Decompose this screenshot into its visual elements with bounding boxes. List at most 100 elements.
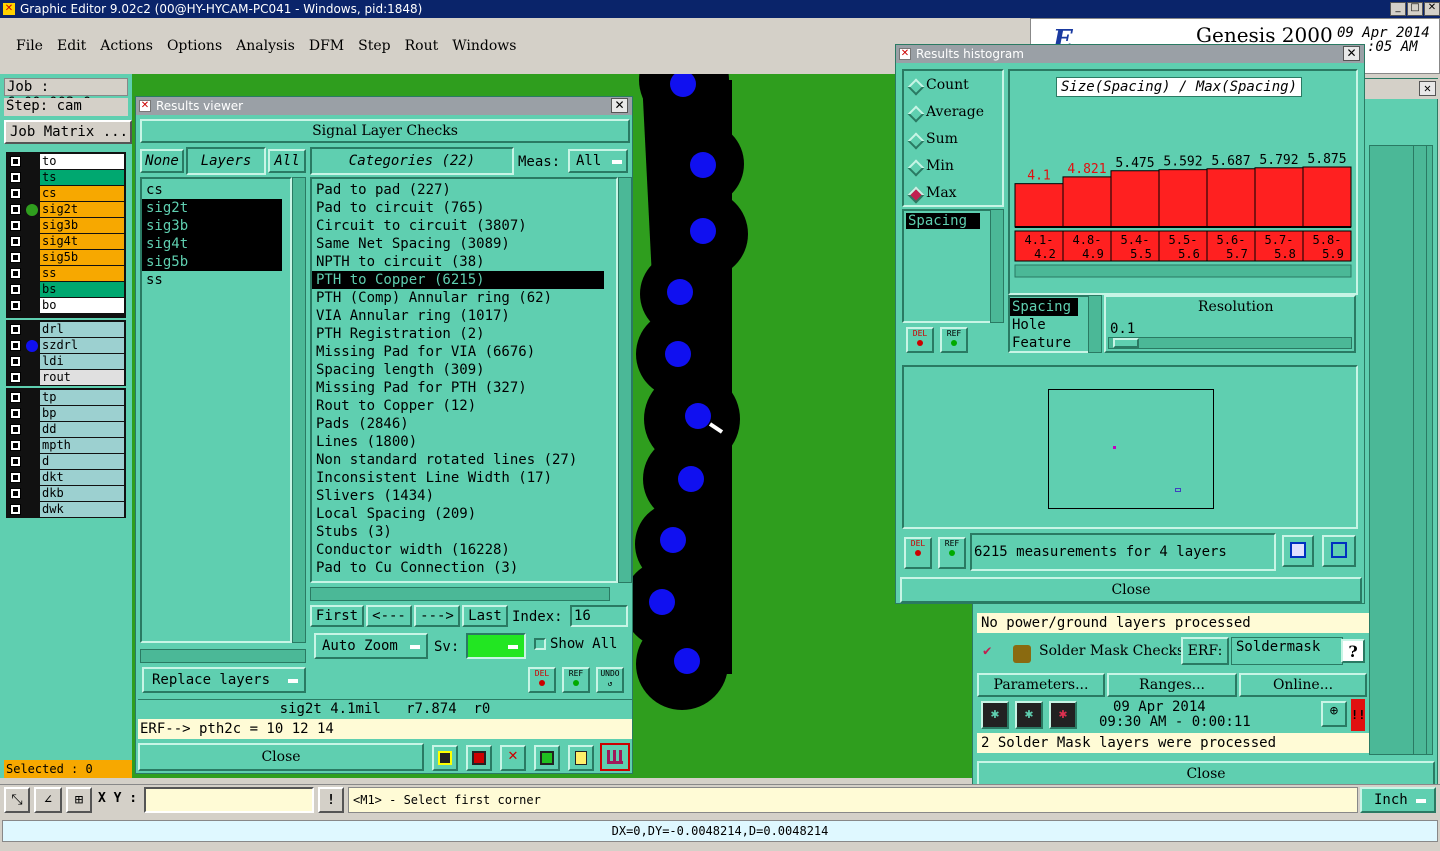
category-item[interactable]: Spacing length (309) xyxy=(312,361,604,379)
category-item[interactable]: PTH Registration (2) xyxy=(312,325,604,343)
histogram-icon-button[interactable] xyxy=(600,743,630,771)
layer-checkbox[interactable] xyxy=(10,372,21,383)
category-item[interactable]: NPTH to circuit (38) xyxy=(312,253,604,271)
layer-row-ldi[interactable]: ldi xyxy=(6,354,124,370)
layer-row-bo[interactable]: bo xyxy=(6,298,124,314)
category-item[interactable]: Circuit to circuit (3807) xyxy=(312,217,604,235)
online-button[interactable]: Online... xyxy=(1239,673,1367,697)
histogram-bar[interactable] xyxy=(1206,168,1256,228)
category-item[interactable]: Pad to Cu Connection (3) xyxy=(312,559,604,577)
measure-list-item[interactable]: Spacing xyxy=(906,213,980,229)
layer-row-mpth[interactable]: mpth xyxy=(6,438,124,454)
layer-row-ts[interactable]: ts xyxy=(6,170,124,186)
layer-checkbox[interactable] xyxy=(10,172,21,183)
categories-button[interactable]: Categories (22) xyxy=(310,147,514,175)
close-histogram-button[interactable]: ✕ xyxy=(1343,46,1360,61)
none-button[interactable]: None xyxy=(140,149,184,173)
layer-checkbox[interactable] xyxy=(10,424,21,435)
measure-option-scrollbar[interactable] xyxy=(1088,295,1102,353)
radio-sum[interactable] xyxy=(907,132,925,150)
chart-hscroll[interactable] xyxy=(1014,264,1352,278)
layer-row-dwk[interactable]: dwk xyxy=(6,502,124,518)
warning-icon-button[interactable]: ! xyxy=(318,787,344,813)
solder-mask-checkbox[interactable]: ✔ xyxy=(983,643,995,659)
layer-row-dkt[interactable]: dkt xyxy=(6,470,124,486)
layer-row-sig2t[interactable]: sig2t xyxy=(6,202,124,218)
histogram-ref-button-2[interactable]: REF xyxy=(938,537,966,569)
category-item[interactable]: Inconsistent Line Width (17) xyxy=(312,469,604,487)
menu-rout[interactable]: Rout xyxy=(405,38,439,54)
category-item[interactable]: Slivers (1434) xyxy=(312,487,604,505)
stop-icon-button[interactable]: ✱ xyxy=(1049,701,1077,729)
measure-list[interactable]: Spacing xyxy=(902,209,994,323)
category-item[interactable]: Same Net Spacing (3089) xyxy=(312,235,604,253)
minimize-button[interactable]: _ xyxy=(1390,2,1406,16)
layer-checkbox[interactable] xyxy=(10,188,21,199)
menu-edit[interactable]: Edit xyxy=(57,38,86,54)
fit-view-icon-button[interactable] xyxy=(1322,535,1356,567)
last-button[interactable]: Last xyxy=(462,605,508,627)
layer-row-rout[interactable]: rout xyxy=(6,370,124,386)
run-icon-button[interactable]: ✱ xyxy=(981,701,1009,729)
prev-button[interactable]: <--- xyxy=(366,605,412,627)
layer-row-cs[interactable]: cs xyxy=(6,186,124,202)
layer-row-dkb[interactable]: dkb xyxy=(6,486,124,502)
del-button[interactable]: DEL xyxy=(528,667,556,693)
histogram-bar[interactable] xyxy=(1158,169,1208,228)
category-item[interactable]: Local Spacing (209) xyxy=(312,505,604,523)
histogram-bar[interactable] xyxy=(1110,170,1160,228)
resolution-slider[interactable] xyxy=(1108,337,1352,349)
layer-list-hscroll[interactable] xyxy=(140,649,306,663)
analysis-scrollbar[interactable] xyxy=(1413,145,1427,755)
layer-checkbox[interactable] xyxy=(10,472,21,483)
layer-list[interactable]: cs sig2t sig3b sig4t sig5b ss xyxy=(140,177,292,643)
menu-windows[interactable]: Windows xyxy=(452,38,516,54)
menu-actions[interactable]: Actions xyxy=(100,38,153,54)
help-button[interactable]: ? xyxy=(1341,639,1365,663)
category-item[interactable]: Pads (2846) xyxy=(312,415,604,433)
histogram-del-button[interactable]: DEL xyxy=(906,327,934,353)
job-matrix-button[interactable]: Job Matrix ... xyxy=(4,120,132,144)
zoom-region-icon-button[interactable] xyxy=(1282,535,1314,567)
close-app-button[interactable]: ✕ xyxy=(1424,2,1440,16)
category-list-scrollbar[interactable] xyxy=(618,177,632,583)
measure-option-item[interactable]: Feature xyxy=(1010,334,1078,352)
report-icon-button[interactable] xyxy=(568,745,594,771)
category-item[interactable]: Stubs (3) xyxy=(312,523,604,541)
units-dropdown[interactable]: Inch xyxy=(1360,787,1436,813)
category-list-hscroll[interactable] xyxy=(310,587,610,601)
zoom-icon-button[interactable]: ⊕ xyxy=(1321,701,1347,727)
category-item[interactable]: PTH (Comp) Annular ring (62) xyxy=(312,289,604,307)
category-item[interactable]: Pad to pad (227) xyxy=(312,181,604,199)
layer-row-tp[interactable]: tp xyxy=(6,390,124,406)
category-item[interactable]: Conductor width (16228) xyxy=(312,541,604,559)
histogram-bar[interactable] xyxy=(1302,166,1352,228)
category-item[interactable]: VIA Annular ring (1017) xyxy=(312,307,604,325)
layer-checkbox[interactable] xyxy=(10,236,21,247)
measure-icon-button[interactable]: ∠ xyxy=(34,787,62,813)
menu-options[interactable]: Options xyxy=(167,38,222,54)
grid-icon-button[interactable]: ⊞ xyxy=(66,787,92,813)
histogram-bar[interactable] xyxy=(1254,167,1304,228)
filter-icon-button[interactable] xyxy=(432,745,458,771)
histogram-ref-button[interactable]: REF xyxy=(940,327,968,353)
erf-label-button[interactable]: ERF: xyxy=(1181,637,1229,665)
layer-checkbox[interactable] xyxy=(10,408,21,419)
layer-row-sig3b[interactable]: sig3b xyxy=(6,218,124,234)
index-input[interactable]: 16 xyxy=(570,605,628,627)
radio-min[interactable] xyxy=(907,159,925,177)
histogram-del-button-2[interactable]: DEL xyxy=(904,537,932,569)
layer-checkbox[interactable] xyxy=(10,252,21,263)
close-results-viewer-button[interactable]: ✕ xyxy=(611,98,628,113)
xy-input[interactable] xyxy=(144,787,314,813)
result-layer-item[interactable]: sig2t xyxy=(142,199,282,217)
category-item[interactable]: Lines (1800) xyxy=(312,433,604,451)
run-selected-icon-button[interactable]: ✱ xyxy=(1015,701,1043,729)
layer-row-drl[interactable]: drl xyxy=(6,322,124,338)
category-item[interactable]: Pad to circuit (765) xyxy=(312,199,604,217)
category-item[interactable]: Missing Pad for PTH (327) xyxy=(312,379,604,397)
layer-row-dd[interactable]: dd xyxy=(6,422,124,438)
radio-count[interactable] xyxy=(907,78,925,96)
layer-row-sig5b[interactable]: sig5b xyxy=(6,250,124,266)
measure-option-list[interactable]: Spacing Hole Feature xyxy=(1008,295,1092,353)
